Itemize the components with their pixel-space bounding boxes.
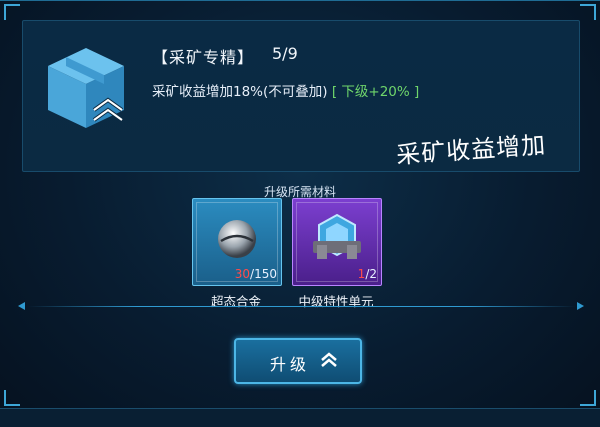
frame-corner <box>580 4 596 20</box>
bottom-strip <box>0 408 600 427</box>
material-need: /2 <box>365 267 377 281</box>
skill-level: 5/9 <box>272 44 298 63</box>
upgrade-button[interactable]: 升级 <box>234 338 362 384</box>
frame-corner <box>4 390 20 406</box>
material-slot-trait-unit[interactable]: 1/2 <box>292 198 382 286</box>
skill-effect: 采矿收益增加18%(不可叠加) <box>152 84 328 100</box>
material-name: 超态合金 <box>210 294 261 309</box>
alloy-sphere-icon <box>218 220 256 258</box>
frame-top <box>0 0 600 1</box>
material-count: 1/2 <box>358 267 377 281</box>
skill-next-level: [ 下级+20% ] <box>331 84 420 100</box>
skill-title: 【采矿专精】 <box>152 48 255 67</box>
divider-arrow-right <box>577 302 584 310</box>
upgrade-button-label: 升级 <box>270 355 311 374</box>
trait-unit-icon <box>313 213 361 259</box>
material-count: 30/150 <box>235 267 277 281</box>
mining-crate-icon <box>48 48 124 128</box>
frame-corner <box>4 4 20 20</box>
frame-corner <box>580 390 596 406</box>
material-name: 中级特性单元 <box>298 294 374 309</box>
divider <box>28 306 576 307</box>
material-slot-alloy[interactable]: 30/150 <box>192 198 282 286</box>
material-have: 30 <box>234 267 251 281</box>
double-chevron-up-icon <box>321 352 337 367</box>
material-need: /150 <box>250 267 277 281</box>
skill-description: 采矿收益增加18%(不可叠加) [ 下级+20% ] <box>152 80 419 100</box>
divider-arrow-left <box>18 302 25 310</box>
